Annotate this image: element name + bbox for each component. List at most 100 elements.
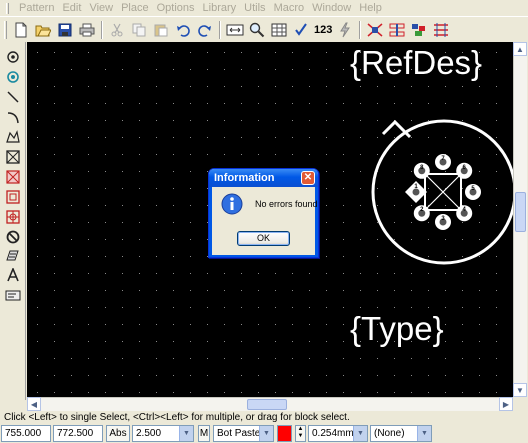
- dialog-message: No errors found!: [255, 199, 319, 209]
- info-icon: [221, 193, 243, 215]
- status-hint: Click <Left> to single Select, <Ctrl><Le…: [0, 411, 528, 424]
- layers-button[interactable]: [408, 19, 430, 41]
- place-hole-tool[interactable]: [3, 228, 23, 246]
- redo-icon: [198, 24, 211, 37]
- menu-help[interactable]: Help: [355, 0, 386, 16]
- metric-button[interactable]: M: [198, 425, 210, 442]
- copy-button[interactable]: [128, 19, 150, 41]
- x-coordinate-field[interactable]: 755.000: [1, 425, 51, 442]
- select-tool[interactable]: [3, 48, 23, 66]
- width-spinner[interactable]: ▲ ▼: [295, 425, 306, 442]
- grid-value: 2.500: [136, 428, 162, 439]
- pad-7[interactable]: 7: [435, 154, 451, 170]
- place-field-tool[interactable]: [3, 286, 23, 304]
- place-line-tool[interactable]: [3, 88, 23, 106]
- dialog-title: Information: [214, 172, 275, 184]
- place-plane-tool[interactable]: [3, 208, 23, 226]
- lightning-button[interactable]: [334, 19, 356, 41]
- pad-1[interactable]: 1: [405, 181, 427, 203]
- cutout-icon: [6, 190, 20, 204]
- place-keepout-tool[interactable]: [3, 148, 23, 166]
- pad-4[interactable]: 4: [456, 205, 473, 222]
- new-file-button[interactable]: [10, 19, 32, 41]
- option-value: (None): [374, 428, 405, 439]
- attribute-icon: [6, 250, 19, 261]
- folder-open-icon: [35, 25, 51, 36]
- validate-button[interactable]: [290, 19, 312, 41]
- dialog-close-button[interactable]: ✕: [301, 171, 315, 185]
- line-width-select[interactable]: 0.254mm ▼: [308, 425, 368, 442]
- scroll-right-button[interactable]: ▶: [499, 397, 513, 411]
- tool-palette: [0, 42, 26, 400]
- select-target-icon: [7, 51, 19, 63]
- menu-utils[interactable]: Utils: [240, 0, 269, 16]
- design-rules-icon: [434, 22, 449, 37]
- checkmark-icon: [295, 22, 307, 36]
- line-width-value: 0.254mm: [312, 428, 354, 439]
- zoom-button[interactable]: [246, 19, 268, 41]
- menu-place[interactable]: Place: [117, 0, 153, 16]
- menu-view[interactable]: View: [85, 0, 117, 16]
- pad-stack-button[interactable]: [364, 19, 386, 41]
- menu-library[interactable]: Library: [199, 0, 241, 16]
- copper-pour-icon: [6, 170, 20, 184]
- place-polygon-tool[interactable]: [3, 128, 23, 146]
- design-rules-button[interactable]: [430, 19, 452, 41]
- layers-icon: [412, 23, 426, 36]
- scroll-up-button[interactable]: ▲: [513, 42, 527, 56]
- new-file-icon: [15, 22, 27, 37]
- vertical-scroll-thumb[interactable]: [515, 192, 526, 232]
- cut-button[interactable]: [106, 19, 128, 41]
- print-button[interactable]: [76, 19, 98, 41]
- abs-button[interactable]: Abs: [106, 425, 130, 442]
- no-symbol-icon: [6, 230, 20, 244]
- place-text-tool[interactable]: [3, 266, 23, 284]
- horizontal-scrollbar[interactable]: ◀ ▶: [27, 397, 513, 411]
- open-button[interactable]: [32, 19, 54, 41]
- scroll-down-button[interactable]: ▼: [513, 383, 527, 397]
- numbering-button[interactable]: 123: [312, 19, 334, 41]
- menu-window[interactable]: Window: [308, 0, 355, 16]
- toolbar: 123: [0, 16, 528, 42]
- place-pad-tool[interactable]: [3, 68, 23, 86]
- layer-select[interactable]: Bot Paste ▼: [213, 425, 274, 442]
- printer-icon: [79, 23, 95, 36]
- snap-grid-button[interactable]: [268, 19, 290, 41]
- zoom-extents-button[interactable]: [224, 19, 246, 41]
- undo-button[interactable]: [172, 19, 194, 41]
- toolbar-separator: [101, 20, 103, 39]
- grid-select[interactable]: 2.500 ▼: [132, 425, 194, 442]
- pad-8[interactable]: 8: [413, 162, 430, 179]
- line-width-dropdown-arrow[interactable]: ▼: [353, 426, 367, 441]
- save-button[interactable]: [54, 19, 76, 41]
- y-coordinate-field[interactable]: 772.500: [53, 425, 103, 442]
- menu-edit[interactable]: Edit: [58, 0, 85, 16]
- scroll-left-button[interactable]: ◀: [27, 397, 41, 411]
- place-attribute-tool[interactable]: [3, 246, 23, 264]
- layer-dropdown-arrow[interactable]: ▼: [259, 426, 273, 441]
- place-cutout-tool[interactable]: [3, 188, 23, 206]
- place-copper-tool[interactable]: [3, 168, 23, 186]
- redo-button[interactable]: [194, 19, 216, 41]
- pad-5[interactable]: 5: [465, 184, 481, 200]
- ok-button[interactable]: OK: [237, 231, 290, 246]
- layer-color-swatch[interactable]: [277, 425, 292, 442]
- pad-style-button[interactable]: [386, 19, 408, 41]
- menu-pattern[interactable]: Pattern: [15, 0, 58, 16]
- pad-style-icon: [389, 23, 405, 36]
- polygon-icon: [6, 130, 20, 143]
- pad-2[interactable]: 2: [413, 205, 430, 222]
- option-select[interactable]: (None) ▼: [370, 425, 432, 442]
- vertical-scrollbar[interactable]: ▲ ▼: [513, 42, 527, 397]
- field-icon: [5, 290, 21, 301]
- option-dropdown-arrow[interactable]: ▼: [417, 426, 431, 441]
- grid-dropdown-arrow[interactable]: ▼: [179, 426, 193, 441]
- menu-macro[interactable]: Macro: [270, 0, 309, 16]
- place-arc-tool[interactable]: [3, 108, 23, 126]
- pad-6[interactable]: 6: [456, 162, 473, 179]
- pad-3[interactable]: 3: [435, 214, 451, 230]
- zoom-extents-icon: [226, 24, 244, 35]
- paste-button[interactable]: [150, 19, 172, 41]
- horizontal-scroll-thumb[interactable]: [247, 399, 287, 410]
- menu-options[interactable]: Options: [153, 0, 199, 16]
